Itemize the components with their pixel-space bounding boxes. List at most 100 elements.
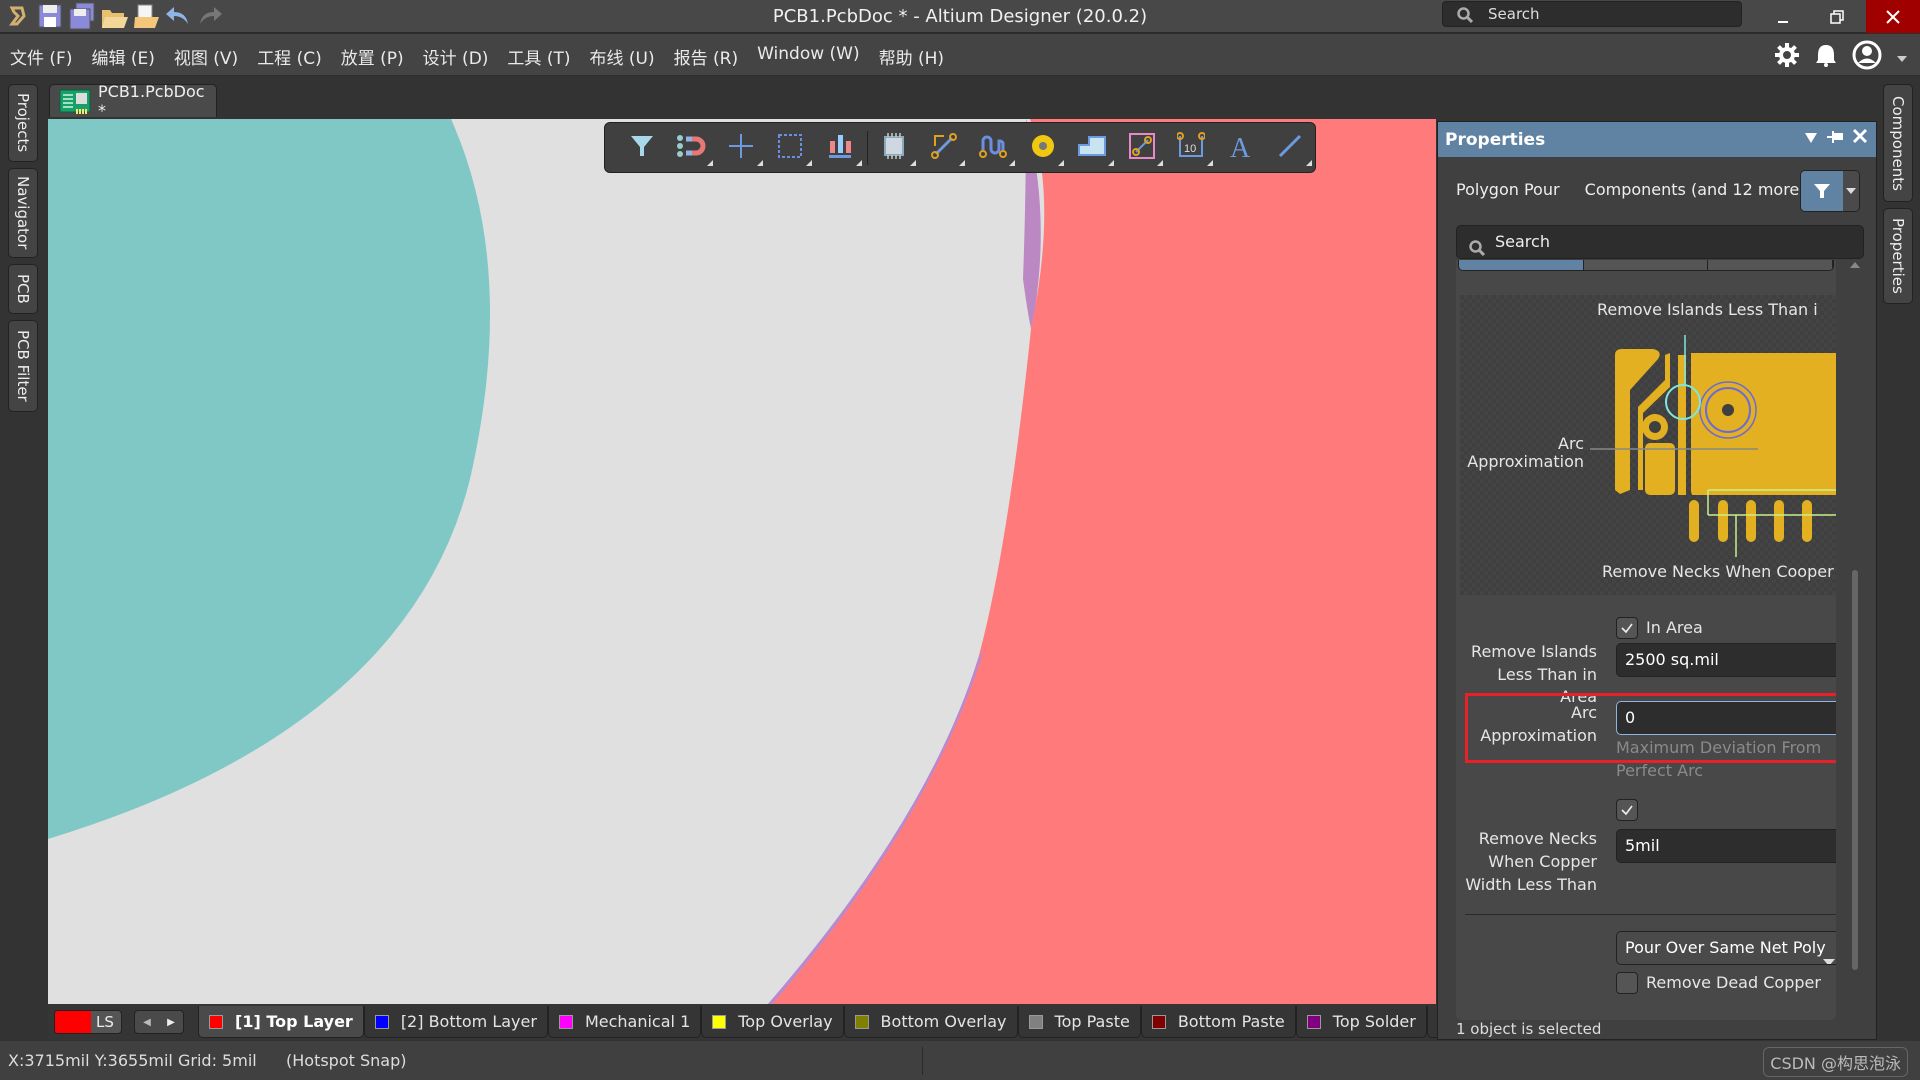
layer-scroll-left-icon[interactable]: ◀ <box>143 1017 151 1028</box>
toolbar-separator <box>866 130 868 165</box>
properties-header: Properties <box>1438 122 1876 157</box>
component-tool-button[interactable] <box>869 128 919 168</box>
document-tab[interactable]: PCB1.PcbDoc * <box>49 82 217 120</box>
panel-tab-navigator[interactable]: Navigator <box>8 168 38 258</box>
line-tool-button[interactable] <box>1265 128 1315 168</box>
gear-icon[interactable] <box>1774 42 1800 72</box>
select-tool-button[interactable] <box>766 128 816 168</box>
remove-dead-copper-checkbox[interactable] <box>1616 972 1638 994</box>
close-window-button[interactable] <box>1866 0 1920 33</box>
layer-scroll-right-icon[interactable]: ▶ <box>167 1017 175 1028</box>
menu-view[interactable]: 视图 (V) <box>174 44 238 69</box>
remove-necks-checkbox[interactable] <box>1616 799 1638 821</box>
remove-necks-width-input[interactable]: 5mil <box>1616 829 1836 863</box>
bell-icon[interactable] <box>1814 42 1838 72</box>
menu-file[interactable]: 文件 (F) <box>10 44 72 69</box>
panel-menu-icon[interactable] <box>1804 129 1818 149</box>
layer-tab-bar: LS ◀ ▶ [1] Top Layer [2] Bottom Layer Mecha… <box>48 1004 1502 1040</box>
snap-tool-button[interactable] <box>667 128 717 168</box>
filter-icon[interactable] <box>1801 171 1843 211</box>
pin-icon[interactable] <box>1826 129 1844 149</box>
layer-tab[interactable]: [1] Top Layer <box>198 1006 364 1038</box>
layer-tab[interactable]: Top Overlay <box>701 1006 844 1038</box>
dimension-tool-button[interactable]: 10 <box>1166 128 1216 168</box>
layer-tab[interactable]: Bottom Overlay <box>843 1006 1018 1038</box>
checkmark-icon <box>1620 619 1634 638</box>
object-type-label: Polygon Pour <box>1456 180 1560 199</box>
length-tune-icon <box>978 133 1008 163</box>
layer-tab[interactable]: Top Paste <box>1017 1006 1141 1038</box>
panel-tab-properties[interactable]: Properties <box>1883 208 1913 304</box>
layer-tab-label: Top Overlay <box>738 1012 833 1031</box>
panel-tab-projects[interactable]: Projects <box>8 84 38 162</box>
menu-place[interactable]: 放置 (P) <box>341 44 404 69</box>
redo-icon[interactable] <box>196 2 224 30</box>
diagram-label-arc-2: Approximation <box>1467 452 1584 471</box>
layer-tab[interactable]: Mechanical 1 <box>547 1006 702 1038</box>
menu-help[interactable]: 帮助 (H) <box>879 44 944 69</box>
segment-tab-1[interactable] <box>1459 260 1584 270</box>
layer-tab[interactable]: [2] Bottom Layer <box>363 1006 548 1038</box>
search-icon <box>1457 6 1474 24</box>
open-project-icon[interactable] <box>132 2 160 30</box>
restore-button[interactable] <box>1810 0 1864 33</box>
polygon-pour-tool-button[interactable] <box>1067 128 1117 168</box>
segment-tab-3[interactable] <box>1708 260 1833 270</box>
menu-project[interactable]: 工程 (C) <box>257 44 322 69</box>
global-search-input[interactable]: Search <box>1442 1 1742 27</box>
altium-logo-icon[interactable] <box>4 2 32 30</box>
align-tool-button[interactable] <box>815 128 865 168</box>
move-tool-button[interactable] <box>716 128 766 168</box>
in-area-checkbox[interactable] <box>1616 617 1638 639</box>
diagram-label-remove-necks: Remove Necks When Cooper \ <box>1602 562 1836 581</box>
save-all-icon[interactable] <box>68 2 96 30</box>
filter-icon <box>629 133 655 163</box>
menu-window[interactable]: Window (W) <box>757 44 860 69</box>
close-panel-icon[interactable] <box>1852 128 1868 149</box>
user-avatar-icon[interactable] <box>1852 40 1882 74</box>
title-bar: PCB1.PcbDoc * - Altium Designer (20.0.2)… <box>0 0 1920 33</box>
chevron-down-icon[interactable] <box>1896 48 1908 67</box>
layer-tab[interactable]: Top Solder <box>1295 1006 1427 1038</box>
open-icon[interactable] <box>100 2 128 30</box>
route-tool-button[interactable] <box>919 128 969 168</box>
panel-tab-pcb-filter[interactable]: PCB Filter <box>8 320 38 412</box>
left-panel-tabs: Projects Navigator PCB PCB Filter <box>8 84 40 418</box>
component-icon <box>880 132 908 164</box>
filter-tool-button[interactable] <box>617 128 667 168</box>
filter-dropdown-chevron-icon[interactable] <box>1843 171 1859 211</box>
pcb-canvas[interactable] <box>48 119 1436 1004</box>
layer-color-swatch <box>712 1014 727 1029</box>
remove-necks-label-1: Remove Necks <box>1478 829 1597 848</box>
menu-tools[interactable]: 工具 (T) <box>507 44 570 69</box>
current-layer-indicator[interactable]: LS <box>54 1010 122 1034</box>
panel-tab-components[interactable]: Components <box>1883 84 1913 202</box>
menu-edit[interactable]: 编辑 (E) <box>91 44 154 69</box>
panel-tab-pcb[interactable]: PCB <box>8 264 38 314</box>
pour-mode-select[interactable]: Pour Over Same Net Poly <box>1616 931 1836 965</box>
ls-label: LS <box>96 1013 114 1031</box>
menu-reports[interactable]: 报告 (R) <box>674 44 738 69</box>
pcb-shapes <box>48 119 1436 1004</box>
layer-color-swatch <box>854 1014 869 1029</box>
segment-tab-2[interactable] <box>1583 260 1709 270</box>
selection-filter-button[interactable] <box>1800 170 1860 212</box>
remove-islands-area-input[interactable]: 2500 sq.mil <box>1616 643 1836 677</box>
line-icon <box>1277 133 1303 163</box>
properties-scrollbar[interactable] <box>1848 260 1862 1080</box>
keepout-tool-button[interactable] <box>1117 128 1167 168</box>
route-icon <box>930 132 958 164</box>
pad-via-tool-button[interactable] <box>1018 128 1068 168</box>
save-icon[interactable] <box>36 2 64 30</box>
menu-route[interactable]: 布线 (U) <box>589 44 654 69</box>
section-divider <box>1465 914 1836 915</box>
undo-icon[interactable] <box>164 2 192 30</box>
menu-design[interactable]: 设计 (D) <box>423 44 489 69</box>
text-tool-button[interactable]: A <box>1216 128 1266 168</box>
layer-color-swatch <box>1306 1014 1321 1029</box>
length-tune-tool-button[interactable] <box>968 128 1018 168</box>
minimize-button[interactable] <box>1756 0 1810 33</box>
properties-search-input[interactable]: Search <box>1456 225 1864 259</box>
grid-size: Grid: 5mil <box>178 1051 257 1070</box>
layer-tab[interactable]: Bottom Paste <box>1140 1006 1296 1038</box>
